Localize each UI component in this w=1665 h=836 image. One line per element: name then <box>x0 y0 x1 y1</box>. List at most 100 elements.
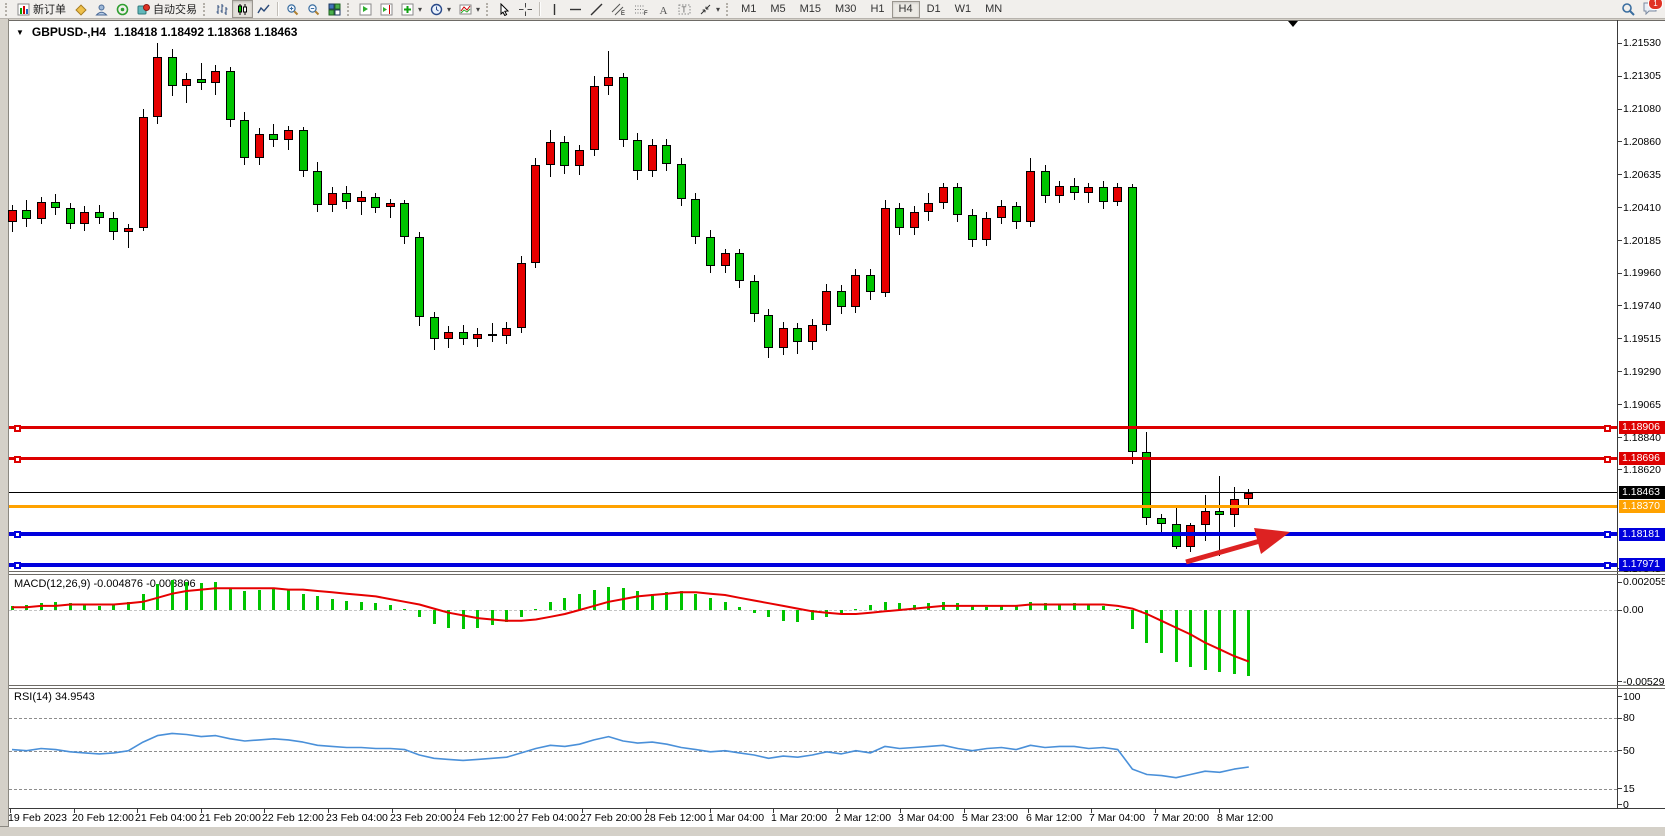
styles-button[interactable] <box>70 0 91 18</box>
candle-body <box>764 315 773 349</box>
candle-body <box>240 120 249 158</box>
new-order-button[interactable]: 新订单 <box>13 0 70 18</box>
line-anchor-handle[interactable] <box>14 425 21 432</box>
tf-button-mn[interactable]: MN <box>978 1 1009 18</box>
fibonacci-button[interactable]: F <box>630 0 653 18</box>
tf-button-h1[interactable]: H1 <box>863 1 891 18</box>
autotrading-button[interactable]: 自动交易 <box>133 0 201 18</box>
zoom-in-button[interactable] <box>282 0 303 18</box>
indicators-button[interactable]: ▾ <box>397 0 426 18</box>
macd-histogram-bar <box>1000 606 1003 610</box>
line-anchor-handle[interactable] <box>1604 531 1611 538</box>
pane-divider[interactable] <box>9 688 1665 689</box>
zoom-out-button[interactable] <box>303 0 324 18</box>
time-axis-label: 7 Mar 20:00 <box>1153 812 1209 824</box>
macd-histogram-bar <box>69 603 72 610</box>
price-axis-tick <box>1617 404 1622 405</box>
tf-button-m1[interactable]: M1 <box>734 1 763 18</box>
macd-axis-label: -0.005292 <box>1623 676 1665 688</box>
profile-button[interactable] <box>91 0 112 18</box>
text-button[interactable]: A <box>653 0 674 18</box>
horizontal-line-object[interactable] <box>9 532 1617 536</box>
line-anchor-handle[interactable] <box>14 562 21 569</box>
macd-histogram-bar <box>680 591 683 610</box>
candle-body <box>633 140 642 171</box>
templates-button[interactable]: ▾ <box>455 0 484 18</box>
toolbar-grip[interactable] <box>203 3 207 16</box>
time-axis-label: 5 Mar 23:00 <box>962 812 1018 824</box>
tf-button-m5[interactable]: M5 <box>763 1 792 18</box>
toolbar-grip[interactable] <box>5 3 9 16</box>
macd-histogram-bar <box>447 610 450 628</box>
periods-button[interactable]: ▾ <box>426 0 455 18</box>
time-axis-label: 23 Feb 20:00 <box>390 812 452 824</box>
price-axis-label: 1.20185 <box>1623 235 1661 247</box>
trendline-button[interactable] <box>586 0 607 18</box>
pane-divider[interactable] <box>9 574 1665 575</box>
horizontal-line-object[interactable] <box>9 505 1617 508</box>
macd-histogram-bar <box>607 587 610 610</box>
search-icon[interactable] <box>1621 2 1636 17</box>
macd-histogram-bar <box>403 609 406 610</box>
candle-chart-button[interactable] <box>232 0 253 18</box>
pane-divider[interactable] <box>9 571 1665 572</box>
signals-button[interactable] <box>112 0 133 18</box>
candle-body <box>531 165 540 263</box>
tf-button-h4[interactable]: H4 <box>892 1 920 18</box>
line-chart-button[interactable] <box>253 0 274 18</box>
tf-button-m15[interactable]: M15 <box>793 1 828 18</box>
horizontal-line-object[interactable] <box>9 492 1617 493</box>
horizontal-line-object[interactable] <box>9 457 1617 460</box>
horizontal-line-button[interactable] <box>565 0 586 18</box>
macd-histogram-bar <box>942 602 945 610</box>
line-anchor-handle[interactable] <box>1604 456 1611 463</box>
label-button[interactable]: T <box>674 0 695 18</box>
candle-body <box>590 86 599 151</box>
tf-button-d1[interactable]: D1 <box>920 1 948 18</box>
macd-histogram-bar <box>360 602 363 610</box>
candle-body <box>851 275 860 307</box>
channel-button[interactable]: E <box>607 0 630 18</box>
tf-button-w1[interactable]: W1 <box>948 1 979 18</box>
line-anchor-handle[interactable] <box>14 531 21 538</box>
candle-body <box>1070 186 1079 193</box>
macd-histogram-bar <box>1233 610 1236 674</box>
horizontal-line-object[interactable] <box>9 563 1617 567</box>
price-axis-label: 1.19290 <box>1623 366 1661 378</box>
macd-histogram-bar <box>214 582 217 611</box>
toolbar-grip[interactable] <box>347 3 351 16</box>
autotrading-icon <box>137 3 150 16</box>
candle-body <box>226 71 235 119</box>
chart-shift-button[interactable] <box>376 0 397 18</box>
price-level-badge: 1.18463 <box>1619 486 1665 499</box>
crosshair-button[interactable] <box>515 0 536 18</box>
candle-body <box>22 210 31 219</box>
line-anchor-handle[interactable] <box>1604 562 1611 569</box>
horizontal-line-object[interactable] <box>9 426 1617 429</box>
toolbar-grip[interactable] <box>726 3 730 16</box>
toolbar-grip[interactable] <box>486 3 490 16</box>
macd-histogram-bar <box>83 605 86 610</box>
macd-histogram-bar <box>40 603 43 610</box>
periods-icon <box>430 3 443 16</box>
macd-histogram-bar <box>1131 610 1134 629</box>
vertical-line-button[interactable] <box>544 0 565 18</box>
line-anchor-handle[interactable] <box>1604 425 1611 432</box>
time-axis-label: 27 Feb 04:00 <box>517 812 579 824</box>
collapse-triangle-icon[interactable]: ▼ <box>16 28 24 37</box>
line-anchor-handle[interactable] <box>14 456 21 463</box>
time-axis-label: 27 Feb 20:00 <box>580 812 642 824</box>
auto-scroll-button[interactable] <box>355 0 376 18</box>
candle-body <box>8 210 17 222</box>
candle-body <box>473 334 482 340</box>
bar-chart-button[interactable] <box>211 0 232 18</box>
pane-divider[interactable] <box>9 685 1665 686</box>
chat-button[interactable]: 1 <box>1642 1 1658 18</box>
tf-button-m30[interactable]: M30 <box>828 1 863 18</box>
notification-badge: 1 <box>1648 0 1663 10</box>
candle-body <box>1142 452 1151 518</box>
candle-body <box>866 275 875 293</box>
cursor-button[interactable] <box>494 0 515 18</box>
tile-windows-button[interactable] <box>324 0 345 18</box>
arrows-button[interactable]: ▾ <box>695 0 724 18</box>
